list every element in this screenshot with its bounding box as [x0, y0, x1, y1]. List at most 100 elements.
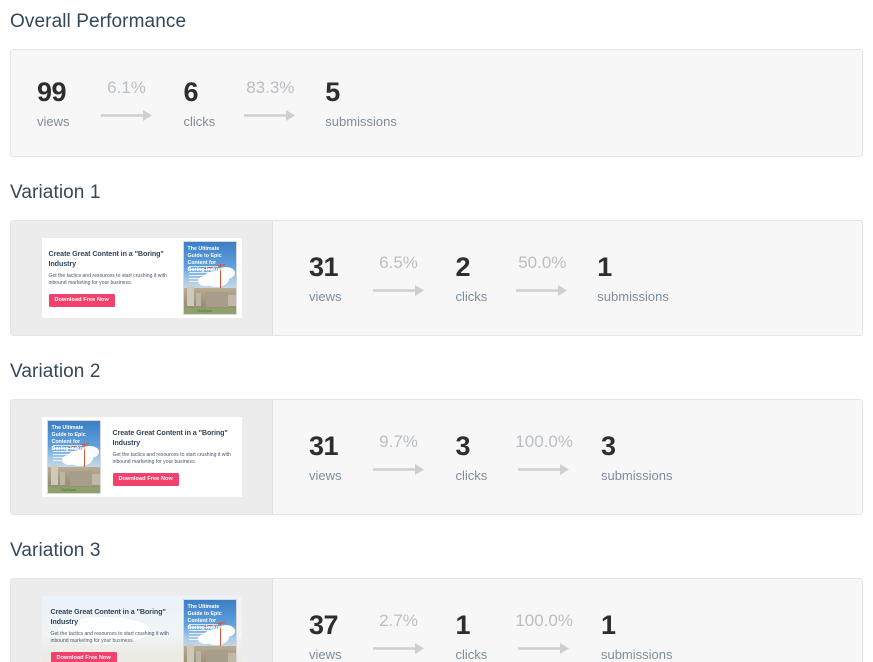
- submission-rate-value: 100.0%: [515, 432, 573, 452]
- submission-rate-value: 50.0%: [518, 253, 567, 273]
- page-title: Overall Performance: [10, 11, 187, 32]
- variation-2-thumbnail-pane[interactable]: Create Great Content in a "Boring" Indus…: [11, 400, 273, 514]
- clicks-to-submissions-conversion: 100.0%: [515, 612, 573, 660]
- submission-rate-value: 83.3%: [246, 78, 295, 98]
- submissions-label: submissions: [597, 288, 669, 304]
- submissions-label: submissions: [600, 467, 673, 483]
- building-shape: [91, 474, 100, 485]
- clicks-label: clicks: [183, 113, 216, 129]
- variation-3-thumbnail-pane[interactable]: Create Great Content in a "Boring" Indus…: [11, 579, 273, 662]
- submission-rate-value: 100.0%: [515, 611, 573, 631]
- stat-views: 31 views: [309, 430, 342, 483]
- preview-subtext: Get the tactics and resources to start c…: [50, 630, 169, 645]
- overall-performance-card: 99 views 6.1% 6 clicks 83.3% 5 submissio…: [10, 49, 863, 157]
- arrow-right-icon: [517, 642, 571, 660]
- arrow-right-icon: [372, 284, 426, 302]
- ebook-cover-image: The Ultimate Guide to Epic Content for B…: [182, 241, 237, 315]
- views-value: 31: [309, 251, 339, 282]
- heading-gap: [0, 381, 873, 399]
- section-title-variation-1: Variation 1: [10, 182, 101, 203]
- stat-clicks: 3 clicks: [455, 430, 488, 483]
- building-shape: [195, 293, 201, 306]
- arrow-right-icon: [517, 463, 571, 481]
- click-rate-value: 2.7%: [379, 611, 418, 631]
- views-value: 37: [309, 609, 339, 640]
- views-to-clicks-conversion: 9.7%: [372, 433, 426, 481]
- views-to-clicks-conversion: 2.7%: [372, 612, 426, 660]
- variation-1-thumbnail-pane[interactable]: Create Great Content in a "Boring" Indus…: [11, 221, 273, 335]
- building-shape: [227, 295, 236, 306]
- preview-copy: Create Great Content in a "Boring" Indus…: [42, 244, 178, 312]
- views-value: 31: [309, 430, 339, 461]
- click-rate-value: 6.1%: [107, 78, 146, 98]
- views-value: 99: [37, 76, 67, 107]
- arrow-right-icon: [100, 109, 154, 127]
- section-title-variation-3: Variation 3: [10, 540, 101, 561]
- preview-cta-button[interactable]: Download Free Now: [48, 293, 115, 307]
- stat-clicks: 6 clicks: [183, 76, 216, 129]
- heading-gap: [0, 31, 873, 49]
- ebook-cover-bodylines: [188, 624, 218, 642]
- building-shape: [186, 286, 194, 306]
- submissions-value: 3: [600, 430, 616, 461]
- landing-page-preview[interactable]: Create Great Content in a "Boring" Indus…: [41, 417, 242, 497]
- landing-page-layout: Create Great Content in a "Boring" Indus…: [41, 596, 242, 662]
- clicks-to-submissions-conversion: 50.0%: [515, 254, 569, 302]
- preview-headline: Create Great Content in a "Boring" Indus…: [48, 249, 164, 268]
- stat-submissions: 3 submissions: [600, 430, 673, 483]
- ebook-cover-bodylines: [52, 445, 82, 463]
- section-title-variation-2: Variation 2: [10, 361, 101, 382]
- landing-page-preview[interactable]: Create Great Content in a "Boring" Indus…: [41, 238, 242, 318]
- clicks-value: 6: [183, 76, 199, 107]
- clicks-to-submissions-conversion: 83.3%: [243, 79, 297, 127]
- arrow-right-icon: [243, 109, 297, 127]
- views-label: views: [309, 288, 342, 304]
- variation-3-card: Create Great Content in a "Boring" Indus…: [10, 578, 863, 662]
- building-shape: [50, 465, 58, 485]
- stat-submissions: 1 submissions: [597, 251, 669, 304]
- views-label: views: [37, 113, 70, 129]
- preview-cta-button[interactable]: Download Free Now: [112, 472, 179, 486]
- variation-1-stats-row: 31 views 6.5% 2 clicks 50.0% 1 submissio…: [273, 221, 862, 335]
- stat-views: 99 views: [37, 76, 70, 129]
- building-shape: [205, 292, 228, 307]
- stat-submissions: 5 submissions: [325, 77, 397, 129]
- submissions-value: 1: [597, 251, 612, 282]
- preview-cta-button[interactable]: Download Free Now: [50, 651, 117, 662]
- clicks-value: 3: [455, 430, 471, 461]
- click-rate-value: 9.7%: [379, 432, 418, 452]
- views-to-clicks-conversion: 6.5%: [372, 254, 426, 302]
- submissions-value: 1: [600, 609, 616, 640]
- funnel-performance-page: Overall Performance 99 views 6.1% 6 clic…: [0, 0, 873, 662]
- building-shape: [227, 653, 236, 662]
- variation-2-card: Create Great Content in a "Boring" Indus…: [10, 399, 863, 515]
- submissions-label: submissions: [325, 113, 397, 129]
- variation-3-stats-row: 37 views 2.7% 1 clicks 100.0% 1 submissi…: [273, 579, 862, 662]
- views-label: views: [309, 646, 342, 662]
- stat-clicks: 2 clicks: [455, 251, 488, 304]
- brand-logo: HubSpot: [61, 487, 76, 492]
- heading-gap: [0, 560, 873, 578]
- submissions-label: submissions: [600, 646, 673, 662]
- overall-stats-row: 99 views 6.1% 6 clicks 83.3% 5 submissio…: [11, 76, 862, 129]
- preview-subtext: Get the tactics and resources to start c…: [112, 451, 231, 466]
- landing-page-layout: Create Great Content in a "Boring" Indus…: [42, 238, 242, 318]
- landing-page-layout: Create Great Content in a "Boring" Indus…: [42, 417, 242, 497]
- ebook-cover-image: The Ultimate Guide to Epic Content for B…: [182, 599, 237, 662]
- variation-2-stats-row: 31 views 9.7% 3 clicks 100.0% 3 submissi…: [273, 400, 862, 514]
- building-shape: [195, 651, 201, 662]
- ebook-cover-image: The Ultimate Guide to Epic Content for B…: [46, 420, 101, 494]
- ebook-cover-bodylines: [188, 266, 218, 284]
- clicks-label: clicks: [455, 467, 488, 483]
- clicks-value: 2: [455, 251, 471, 282]
- preview-subtext: Get the tactics and resources to start c…: [48, 272, 167, 287]
- landing-page-preview[interactable]: Create Great Content in a "Boring" Indus…: [41, 596, 242, 662]
- clicks-label: clicks: [455, 646, 488, 662]
- brand-logo: HubSpot: [197, 308, 212, 313]
- views-label: views: [309, 467, 342, 483]
- preview-headline: Create Great Content in a "Boring" Indus…: [50, 607, 166, 626]
- views-to-clicks-conversion: 6.1%: [100, 79, 154, 127]
- building-shape: [186, 644, 194, 662]
